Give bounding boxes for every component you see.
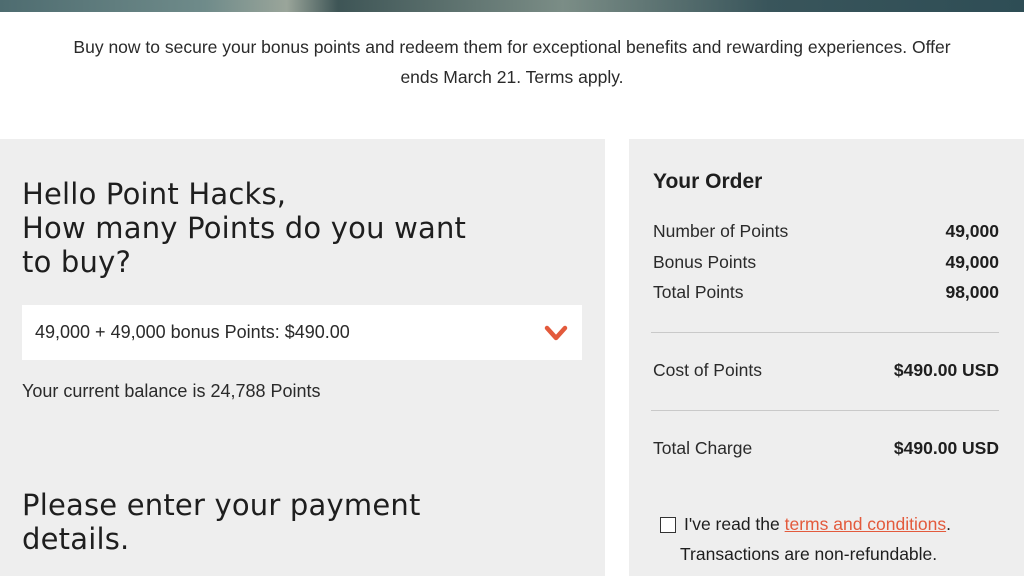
terms-agreement: I've read the terms and conditions. — [684, 514, 951, 535]
non-refundable-note: Transactions are non-refundable. — [680, 544, 938, 564]
payment-heading: Please enter your payment details. — [22, 488, 421, 556]
payment-heading-line-2: details. — [22, 522, 130, 556]
bonus-points-value: 49,000 — [945, 252, 999, 272]
purchase-heading: Hello Point Hacks, How many Points do yo… — [22, 177, 466, 279]
question-line-2: to buy? — [22, 245, 132, 279]
current-balance: Your current balance is 24,788 Points — [22, 381, 321, 401]
number-of-points-value: 49,000 — [945, 221, 999, 241]
order-summary-panel: Your Order Number of Points 49,000 Bonus… — [629, 139, 1024, 576]
purchase-panel: Hello Point Hacks, How many Points do yo… — [0, 139, 605, 576]
cost-of-points-value: $490.00 USD — [893, 360, 999, 380]
order-row-total-charge: Total Charge $490.00 USD — [653, 438, 999, 459]
terms-link[interactable]: terms and conditions — [785, 514, 946, 534]
promo-banner: Buy now to secure your bonus points and … — [0, 32, 1024, 92]
hero-image-strip — [0, 0, 1024, 12]
promo-line-2: ends March 21. Terms apply. — [400, 67, 624, 87]
terms-checkbox[interactable] — [660, 517, 676, 533]
terms-suffix: . — [946, 514, 951, 534]
bonus-points-label: Bonus Points — [653, 252, 757, 272]
chevron-down-icon[interactable] — [544, 323, 568, 343]
total-points-value: 98,000 — [945, 282, 999, 302]
question-line-1: How many Points do you want — [22, 211, 467, 245]
order-title: Your Order — [653, 170, 763, 193]
points-select[interactable]: 49,000 + 49,000 bonus Points: $490.00 — [22, 305, 582, 360]
order-row-total-points: Total Points 98,000 — [653, 282, 999, 303]
cost-of-points-label: Cost of Points — [653, 360, 762, 380]
number-of-points-label: Number of Points — [653, 221, 789, 241]
payment-heading-line-1: Please enter your payment — [22, 488, 421, 522]
points-select-value: 49,000 + 49,000 bonus Points: $490.00 — [35, 322, 350, 342]
order-row-cost: Cost of Points $490.00 USD — [653, 360, 999, 381]
order-row-bonus: Bonus Points 49,000 — [653, 252, 999, 273]
total-charge-value: $490.00 USD — [893, 438, 999, 458]
total-points-label: Total Points — [653, 282, 744, 302]
divider — [651, 332, 999, 333]
total-charge-label: Total Charge — [653, 438, 753, 458]
order-row-number: Number of Points 49,000 — [653, 221, 999, 242]
promo-line-1: Buy now to secure your bonus points and … — [73, 37, 951, 57]
greeting: Hello Point Hacks, — [22, 177, 287, 211]
terms-prefix: I've read the — [684, 514, 785, 534]
divider — [651, 410, 999, 411]
